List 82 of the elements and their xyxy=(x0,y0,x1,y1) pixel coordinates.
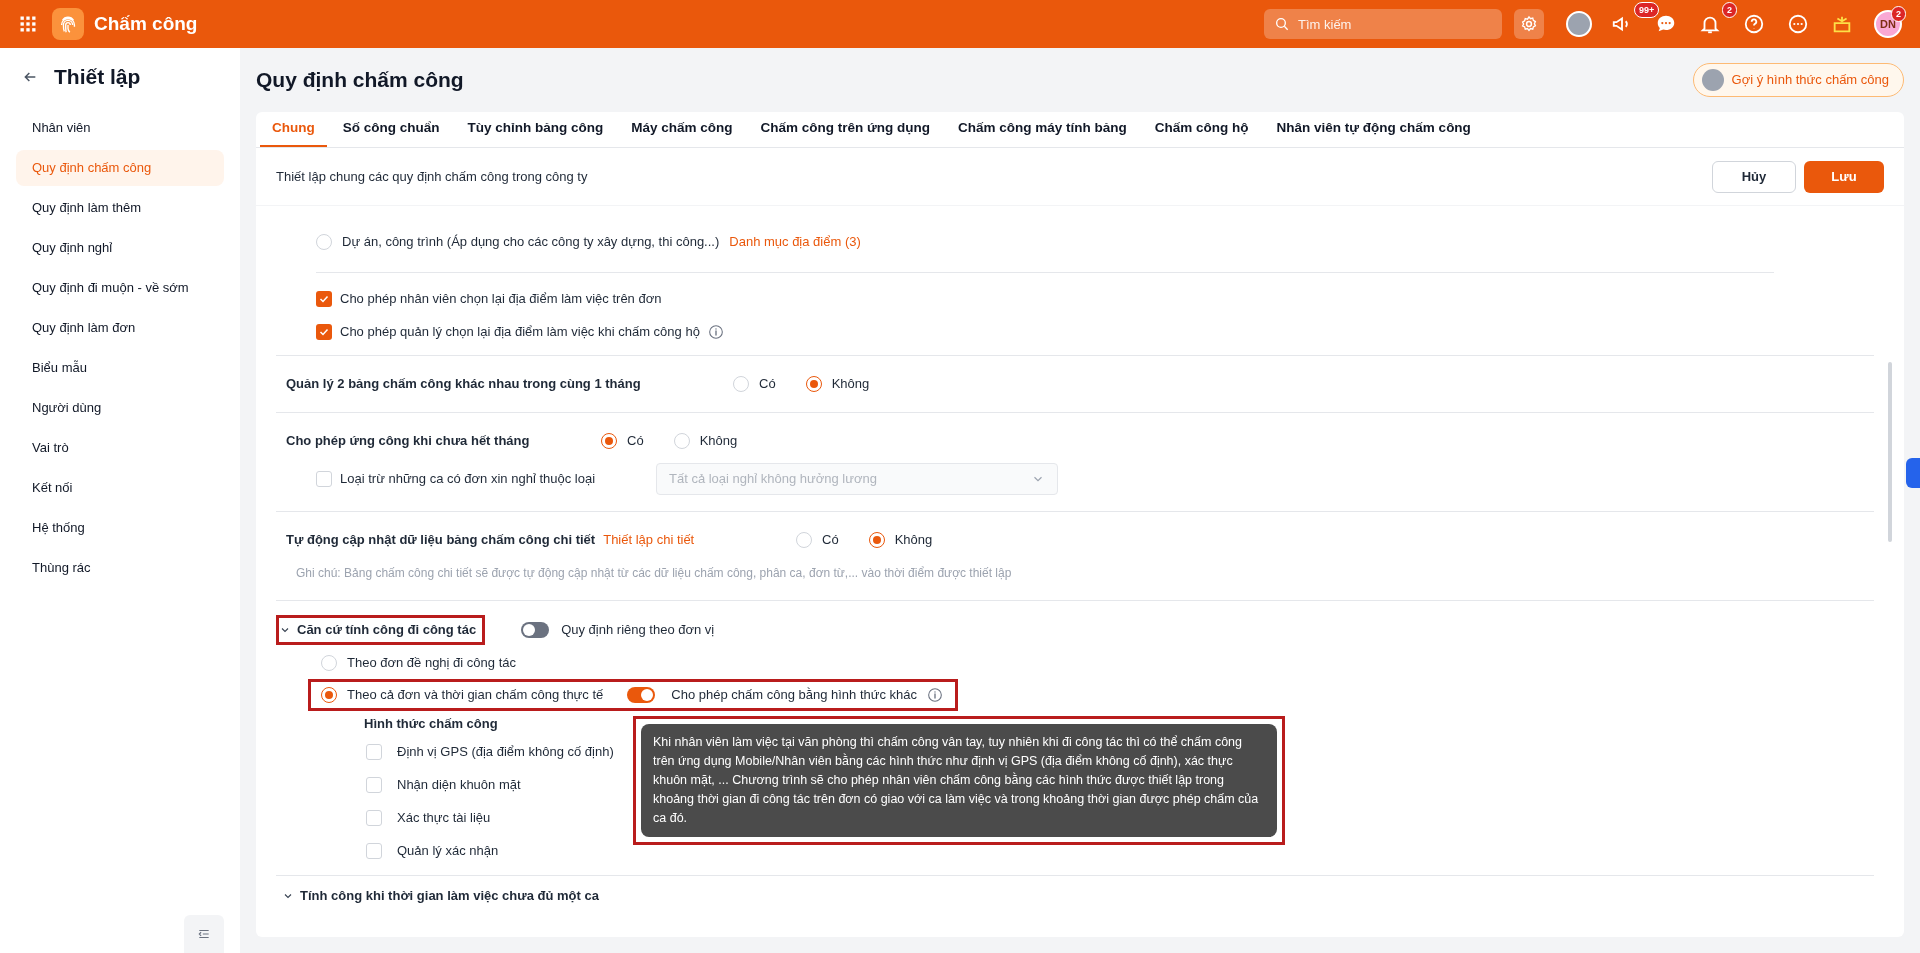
info-icon[interactable] xyxy=(927,687,944,703)
help-icon xyxy=(1743,13,1765,35)
option-label: Không xyxy=(894,531,933,550)
location-list-link[interactable]: Danh mục địa điểm (3) xyxy=(729,232,861,252)
sidebar-item[interactable]: Quy định làm đơn xyxy=(16,310,224,346)
tab[interactable]: Số công chuẩn xyxy=(330,112,452,147)
setting-label: Quản lý 2 bảng chấm công khác nhau trong cùng 1 tháng xyxy=(286,375,641,394)
section-description: Thiết lập chung các quy định chấm công trong công ty xyxy=(276,167,588,186)
app-title: Chấm công xyxy=(94,11,198,36)
toggle-switch[interactable] xyxy=(521,622,550,638)
avatar[interactable] xyxy=(1566,11,1592,37)
subsection-title: Hình thức chấm công xyxy=(363,715,499,734)
setting-label: Tự động cập nhật dữ liệu bảng chấm công chi tiết xyxy=(286,531,596,550)
sidebar-item[interactable]: Người dùng xyxy=(16,390,224,426)
sidebar-item[interactable]: Quy định đi muộn - về sớm xyxy=(16,270,224,306)
more-icon xyxy=(1787,13,1809,35)
toggle-label: Cho phép chấm công bằng hình thức khác xyxy=(671,686,918,705)
check-icon xyxy=(318,326,330,338)
count-badge: 99+ xyxy=(1634,2,1660,18)
checkbox-label: Cho phép quản lý chọn lại địa điểm làm việc khi chấm công hộ xyxy=(340,323,700,342)
sidebar-item[interactable]: Kết nối xyxy=(16,470,224,506)
checkbox-label: Nhận diện khuôn mặt xyxy=(397,775,521,794)
scrollbar-thumb[interactable] xyxy=(1888,362,1892,542)
toggle-switch[interactable] xyxy=(627,687,656,703)
collapse-sidebar-button[interactable] xyxy=(184,915,224,953)
tab[interactable]: Nhân viên tự động chấm công xyxy=(1264,112,1483,147)
option-label: Theo cả đơn và thời gian chấm công thực tế xyxy=(347,686,604,705)
search-icon xyxy=(1274,16,1290,32)
tab[interactable]: Chấm công hộ xyxy=(1142,112,1261,147)
option-label: Có xyxy=(627,432,644,451)
checkbox-label: Quản lý xác nhận xyxy=(397,841,499,860)
detail-settings-link[interactable]: Thiết lập chi tiết xyxy=(603,530,695,550)
checkbox[interactable] xyxy=(366,743,382,760)
checkbox-label: Xác thực tài liệu xyxy=(397,808,491,827)
check-icon xyxy=(318,293,330,305)
sidebar-item[interactable]: Vai trò xyxy=(16,430,224,466)
side-panel-tab[interactable] xyxy=(1906,458,1920,488)
fingerprint-logo-icon xyxy=(52,8,84,40)
option-label: Không xyxy=(699,432,738,451)
section-title: Căn cứ tính công đi công tác xyxy=(297,621,477,640)
sidebar-item[interactable]: Quy định nghỉ xyxy=(16,230,224,266)
sidebar-item[interactable]: Hệ thống xyxy=(16,510,224,546)
tab[interactable]: Chung xyxy=(260,112,327,147)
section-title: Tính công khi thời gian làm việc chưa đủ một ca xyxy=(300,887,599,906)
tab[interactable]: Chấm công máy tính bảng xyxy=(946,112,1139,147)
checkbox[interactable] xyxy=(316,291,332,307)
sidebar-item[interactable]: Quy định làm thêm xyxy=(16,190,224,226)
checkbox-label: Cho phép nhân viên chọn lại địa điểm làm việc trên đơn xyxy=(340,290,662,309)
checkbox[interactable] xyxy=(366,776,382,793)
settings-icon xyxy=(1520,15,1538,33)
sidebar-item[interactable]: Thùng rác xyxy=(16,550,224,586)
count-badge: 2 xyxy=(1722,2,1737,18)
setting-label: Cho phép ứng công khi chưa hết tháng xyxy=(286,432,530,451)
option-label: Dự án, công trình (Áp dụng cho các công ty xây dựng, thi công...) xyxy=(342,233,720,252)
save-button[interactable]: Lưu xyxy=(1804,160,1884,193)
tab[interactable]: Tùy chỉnh bảng công xyxy=(455,112,616,147)
settings-button[interactable] xyxy=(1514,9,1544,39)
checkbox[interactable] xyxy=(366,842,382,859)
page-title: Quy định chấm công xyxy=(256,67,464,94)
apps-grid-icon[interactable] xyxy=(18,14,38,34)
avatar xyxy=(1701,69,1724,91)
tab[interactable]: Máy chấm công xyxy=(619,112,745,147)
toggle-label: Quy định riêng theo đơn vị xyxy=(561,621,715,640)
cancel-button[interactable]: Hủy xyxy=(1712,160,1796,193)
checkbox[interactable] xyxy=(366,809,382,826)
sidebar-item[interactable]: Nhân viên xyxy=(16,110,224,146)
info-icon[interactable] xyxy=(707,324,724,340)
note-text: Ghi chú: Bảng chấm công chi tiết sẽ được tự động cập nhật từ các dữ liệu chấm công, phân ca, đơn từ,... vào thời điểm được thiết lập xyxy=(295,565,1013,582)
option-label: Theo đơn đề nghị đi công tác xyxy=(347,654,516,673)
tab[interactable]: Chấm công trên ứng dụng xyxy=(748,112,943,147)
sidebar-title: Thiết lập xyxy=(54,64,141,91)
leave-type-dropdown: Tất cả loại nghỉ không hưởng lương xyxy=(656,463,1058,495)
tooltip-text: Khi nhân viên làm việc tại văn phòng thì chấm công vân tay, tuy nhiên khi đi công tác thì có thể chấm công trên ứng dụng Mobile/Nhân viên bằng các hình thức như định vị GPS (địa điểm không cố định), xác thực khuôn mặt, ... Chương trình sẽ cho phép nhân viên chấm công bằng các hình thức được thiết lập trong khoảng thời gian đi công tác trên đơn có giao với ca làm việc và trong khoảng thời gian được phép chấm của ca đó. xyxy=(653,734,1260,827)
checkbox-label: Loại trừ những ca có đơn xin nghỉ thuộc loại xyxy=(340,470,596,489)
checkbox[interactable] xyxy=(316,471,332,487)
option-label: Không xyxy=(831,375,870,394)
option-label: Có xyxy=(822,531,839,550)
checkbox-label: Định vị GPS (địa điểm không cố định) xyxy=(397,742,614,761)
sidebar-item[interactable]: Biểu mẫu xyxy=(16,350,224,386)
checkbox[interactable] xyxy=(316,324,332,340)
collapse-icon xyxy=(197,927,211,941)
option-label: Có xyxy=(759,375,776,394)
